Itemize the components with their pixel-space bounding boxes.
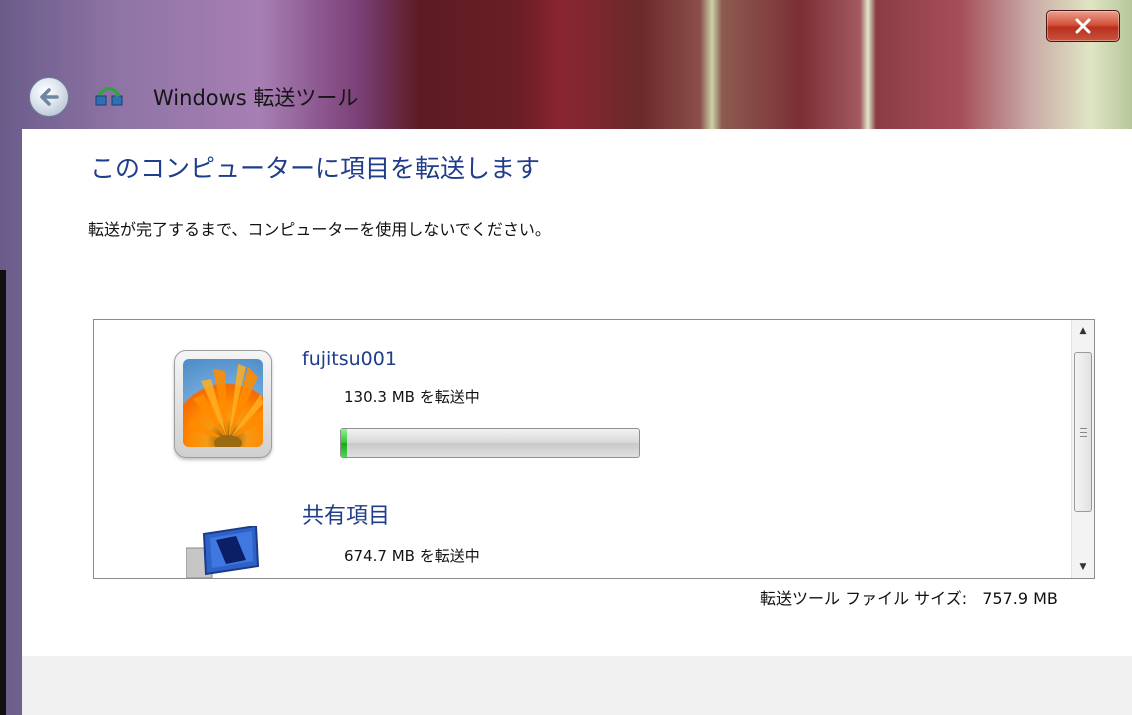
vertical-scrollbar[interactable]: ▲ ▼ bbox=[1071, 320, 1094, 578]
transfer-item-name: fujitsu001 bbox=[302, 348, 397, 370]
footer-bar bbox=[22, 656, 1132, 715]
window-edge bbox=[0, 270, 6, 715]
file-size-info: 転送ツール ファイル サイズ: 757.9 MB bbox=[760, 585, 1058, 609]
scroll-up-icon: ▲ bbox=[1079, 326, 1087, 336]
page-title: このコンピューターに項目を転送します bbox=[90, 154, 541, 183]
scroll-down-button[interactable]: ▼ bbox=[1072, 556, 1094, 578]
grip-icon bbox=[1079, 427, 1087, 437]
file-size-label: 転送ツール ファイル サイズ: bbox=[760, 589, 968, 608]
scroll-up-button[interactable]: ▲ bbox=[1072, 320, 1094, 342]
back-button[interactable] bbox=[29, 77, 69, 117]
close-button[interactable] bbox=[1046, 10, 1120, 42]
window-title: Windows 転送ツール bbox=[153, 86, 359, 110]
transfer-item-name: 共有項目 bbox=[302, 504, 391, 529]
file-size-value: 757.9 MB bbox=[982, 589, 1058, 608]
close-icon bbox=[1075, 18, 1091, 34]
instruction-text: 転送が完了するまで、コンピューターを使用しないでください。 bbox=[88, 220, 551, 239]
transfer-tool-icon bbox=[95, 87, 123, 106]
shared-items-icon bbox=[186, 526, 260, 578]
user-picture-icon bbox=[174, 350, 272, 458]
progress-fill bbox=[341, 429, 347, 457]
window: Windows 転送ツール このコンピューターに項目を転送します 転送が完了する… bbox=[0, 0, 1132, 715]
transfer-list[interactable]: fujitsu001 130.3 MB を転送中 共有項目 674.7 MB を… bbox=[93, 319, 1095, 579]
transfer-item-status: 674.7 MB を転送中 bbox=[344, 547, 480, 565]
content-area: このコンピューターに項目を転送します 転送が完了するまで、コンピューターを使用し… bbox=[22, 129, 1132, 715]
back-arrow-icon bbox=[40, 88, 59, 106]
scroll-thumb[interactable] bbox=[1074, 352, 1092, 512]
transfer-progress-bar bbox=[340, 428, 640, 458]
transfer-item-status: 130.3 MB を転送中 bbox=[344, 388, 480, 406]
scroll-down-icon: ▼ bbox=[1079, 562, 1087, 572]
